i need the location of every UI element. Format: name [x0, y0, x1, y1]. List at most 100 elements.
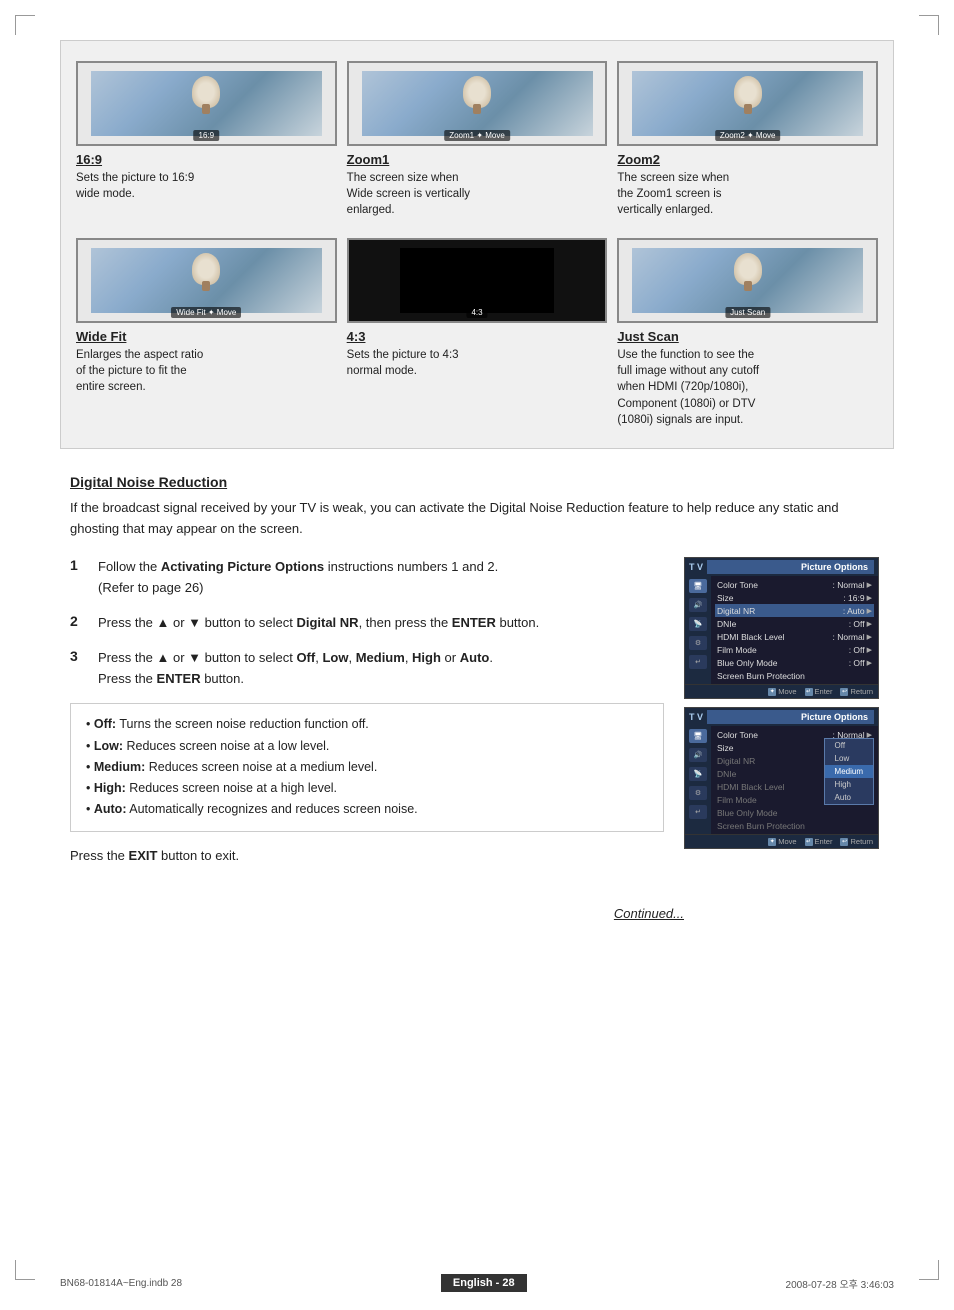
- menu2-btn-enter: ↵ Enter: [805, 837, 833, 846]
- sidebar2-icon-picture: 🖥: [689, 729, 707, 743]
- menu1-row-size: Size: 16:9 ▶: [715, 591, 874, 604]
- step-3-text: Press the ▲ or ▼ button to select Off, L…: [98, 648, 493, 690]
- menu1-bottom: ✦ Move ↵ Enter ↩ Return: [685, 684, 878, 698]
- image-title-16-9: 16:9: [76, 152, 337, 167]
- section-intro: If the broadcast signal received by your…: [70, 498, 884, 540]
- menu2-btn-return: ↩ Return: [840, 837, 873, 846]
- menu1-row-digitalnr: Digital NR: Auto ▶: [715, 604, 874, 617]
- menu1-row-colortone: Color Tone: Normal ▶: [715, 578, 874, 591]
- screen-label-4-3: 4:3: [466, 307, 487, 318]
- balloon-16-9: [192, 76, 220, 108]
- tv-screen-zoom1: Zoom1 ✦ Move: [347, 61, 608, 146]
- screen-label-just-scan: Just Scan: [725, 307, 770, 318]
- sidebar2-icon-input: ↵: [689, 805, 707, 819]
- screen-label-zoom2: Zoom2 ✦ Move: [715, 130, 781, 141]
- menu1-sidebar: 🖥 🔊 📡 ⚙ ↵: [685, 576, 711, 684]
- image-row-2: Wide Fit ✦ Move Wide Fit Enlarges the as…: [76, 238, 878, 427]
- menu2-title: Picture Options: [707, 710, 874, 724]
- screen-label-wide-fit: Wide Fit ✦ Move: [171, 307, 241, 318]
- image-desc-zoom1: The screen size whenWide screen is verti…: [347, 170, 608, 218]
- menu1-rows: Color Tone: Normal ▶ Size: 16:9 ▶ Digita…: [711, 576, 878, 684]
- page-container: 16:9 16:9 Sets the picture to 16:9wide m…: [0, 0, 954, 1310]
- footer-left: BN68-01814A~Eng.indb 28: [60, 1278, 182, 1289]
- tv-screen-4-3: 4:3: [347, 238, 608, 323]
- menu2-body: 🖥 🔊 📡 ⚙ ↵: [685, 726, 878, 834]
- image-item-zoom1: Zoom1 ✦ Move Zoom1 The screen size whenW…: [347, 61, 608, 218]
- tv-menu-2: T V Picture Options 🖥 🔊: [684, 707, 879, 849]
- balloon-zoom1: [463, 76, 491, 108]
- menu1-row-hdmi-black: HDMI Black Level: Normal ▶: [715, 630, 874, 643]
- image-desc-16-9: Sets the picture to 16:9wide mode.: [76, 170, 337, 202]
- balloon-zoom2: [734, 76, 762, 108]
- menu1-btn-enter: ↵ Enter: [805, 687, 833, 696]
- screen-inner-zoom2: [632, 71, 863, 136]
- image-title-zoom2: Zoom2: [617, 152, 878, 167]
- menu1-row-blue-only: Blue Only Mode: Off ▶: [715, 656, 874, 669]
- step-1-number: 1: [70, 557, 88, 573]
- steps-container: 1 Follow the Activating Picture Options …: [70, 557, 884, 876]
- continued: Continued...: [70, 906, 884, 921]
- footer-right: 2008-07-28 오후 3:46:03: [786, 1276, 894, 1291]
- sidebar-icon-picture: 🖥: [689, 579, 707, 593]
- menu1-body: 🖥 🔊 📡 ⚙ ↵: [685, 576, 878, 684]
- image-desc-4-3: Sets the picture to 4:3normal mode.: [347, 347, 608, 379]
- balloon-wide-fit: [192, 253, 220, 285]
- screen-label-16-9: 16:9: [194, 130, 220, 141]
- menu1-row-film-mode: Film Mode: Off ▶: [715, 643, 874, 656]
- menu2-bottom: ✦ Move ↵ Enter ↩ Return: [685, 834, 878, 848]
- image-grid: 16:9 16:9 Sets the picture to 16:9wide m…: [60, 40, 894, 449]
- step-3-number: 3: [70, 648, 88, 664]
- step-3: 3 Press the ▲ or ▼ button to select Off,…: [70, 648, 664, 690]
- menu1-row-screen-burn: Screen Burn Protection: [715, 669, 874, 682]
- tv-screen-wide-fit: Wide Fit ✦ Move: [76, 238, 337, 323]
- option-off: • Off: Turns the screen noise reduction …: [86, 714, 648, 735]
- sidebar2-icon-channel: 📡: [689, 767, 707, 781]
- screen-inner-just-scan: [632, 248, 863, 313]
- sidebar-icon-channel: 📡: [689, 617, 707, 631]
- steps-left: 1 Follow the Activating Picture Options …: [70, 557, 664, 876]
- exit-line: Press the EXIT button to exit.: [70, 846, 664, 867]
- option-medium: • Medium: Reduces screen noise at a medi…: [86, 757, 648, 778]
- sidebar-icon-input: ↵: [689, 655, 707, 669]
- tv-screen-zoom2: Zoom2 ✦ Move: [617, 61, 878, 146]
- screen-inner-wide-fit: [91, 248, 322, 313]
- image-item-4-3: 4:3 4:3 Sets the picture to 4:3normal mo…: [347, 238, 608, 427]
- menu2-sidebar: 🖥 🔊 📡 ⚙ ↵: [685, 726, 711, 834]
- screen-inner-4-3: [400, 248, 554, 313]
- dropdown-overlay: Off Low Medium High Auto: [824, 738, 874, 805]
- image-desc-zoom2: The screen size whenthe Zoom1 screen isv…: [617, 170, 878, 218]
- sidebar-icon-setup: ⚙: [689, 636, 707, 650]
- tv-menus: T V Picture Options 🖥 🔊: [684, 557, 884, 857]
- menu1-row-dnie: DNIe: Off ▶: [715, 617, 874, 630]
- option-auto: • Auto: Automatically recognizes and red…: [86, 799, 648, 820]
- image-item-just-scan: Just Scan Just Scan Use the function to …: [617, 238, 878, 427]
- image-item-zoom2: Zoom2 ✦ Move Zoom2 The screen size whent…: [617, 61, 878, 218]
- page-footer: BN68-01814A~Eng.indb 28 English - 28 200…: [0, 1274, 954, 1292]
- tv-screen-16-9: 16:9: [76, 61, 337, 146]
- step-2: 2 Press the ▲ or ▼ button to select Digi…: [70, 613, 664, 634]
- menu1-title: Picture Options: [707, 560, 874, 574]
- image-item-16-9: 16:9 16:9 Sets the picture to 16:9wide m…: [76, 61, 337, 218]
- corner-tr: [919, 15, 939, 35]
- tv-screen-just-scan: Just Scan: [617, 238, 878, 323]
- step-2-number: 2: [70, 613, 88, 629]
- menu1-btn-move: ✦ Move: [768, 687, 796, 696]
- image-item-wide-fit: Wide Fit ✦ Move Wide Fit Enlarges the as…: [76, 238, 337, 427]
- tv-menu-1: T V Picture Options 🖥 🔊: [684, 557, 879, 699]
- dropdown-item-auto: Auto: [825, 791, 873, 804]
- dropdown-item-high: High: [825, 778, 873, 791]
- sidebar2-icon-sound: 🔊: [689, 748, 707, 762]
- sidebar-icon-sound: 🔊: [689, 598, 707, 612]
- step-1-text: Follow the Activating Picture Options in…: [98, 557, 498, 599]
- image-desc-wide-fit: Enlarges the aspect ratioof the picture …: [76, 347, 337, 395]
- main-content: Digital Noise Reduction If the broadcast…: [60, 474, 894, 922]
- option-high: • High: Reduces screen noise at a high l…: [86, 778, 648, 799]
- dropdown-item-medium: Medium: [825, 765, 873, 778]
- image-row-1: 16:9 16:9 Sets the picture to 16:9wide m…: [76, 61, 878, 218]
- menu1-btn-return: ↩ Return: [840, 687, 873, 696]
- option-low: • Low: Reduces screen noise at a low lev…: [86, 736, 648, 757]
- corner-tl: [15, 15, 35, 35]
- step-2-text: Press the ▲ or ▼ button to select Digita…: [98, 613, 539, 634]
- options-box: • Off: Turns the screen noise reduction …: [70, 703, 664, 831]
- screen-inner-16-9: [91, 71, 322, 136]
